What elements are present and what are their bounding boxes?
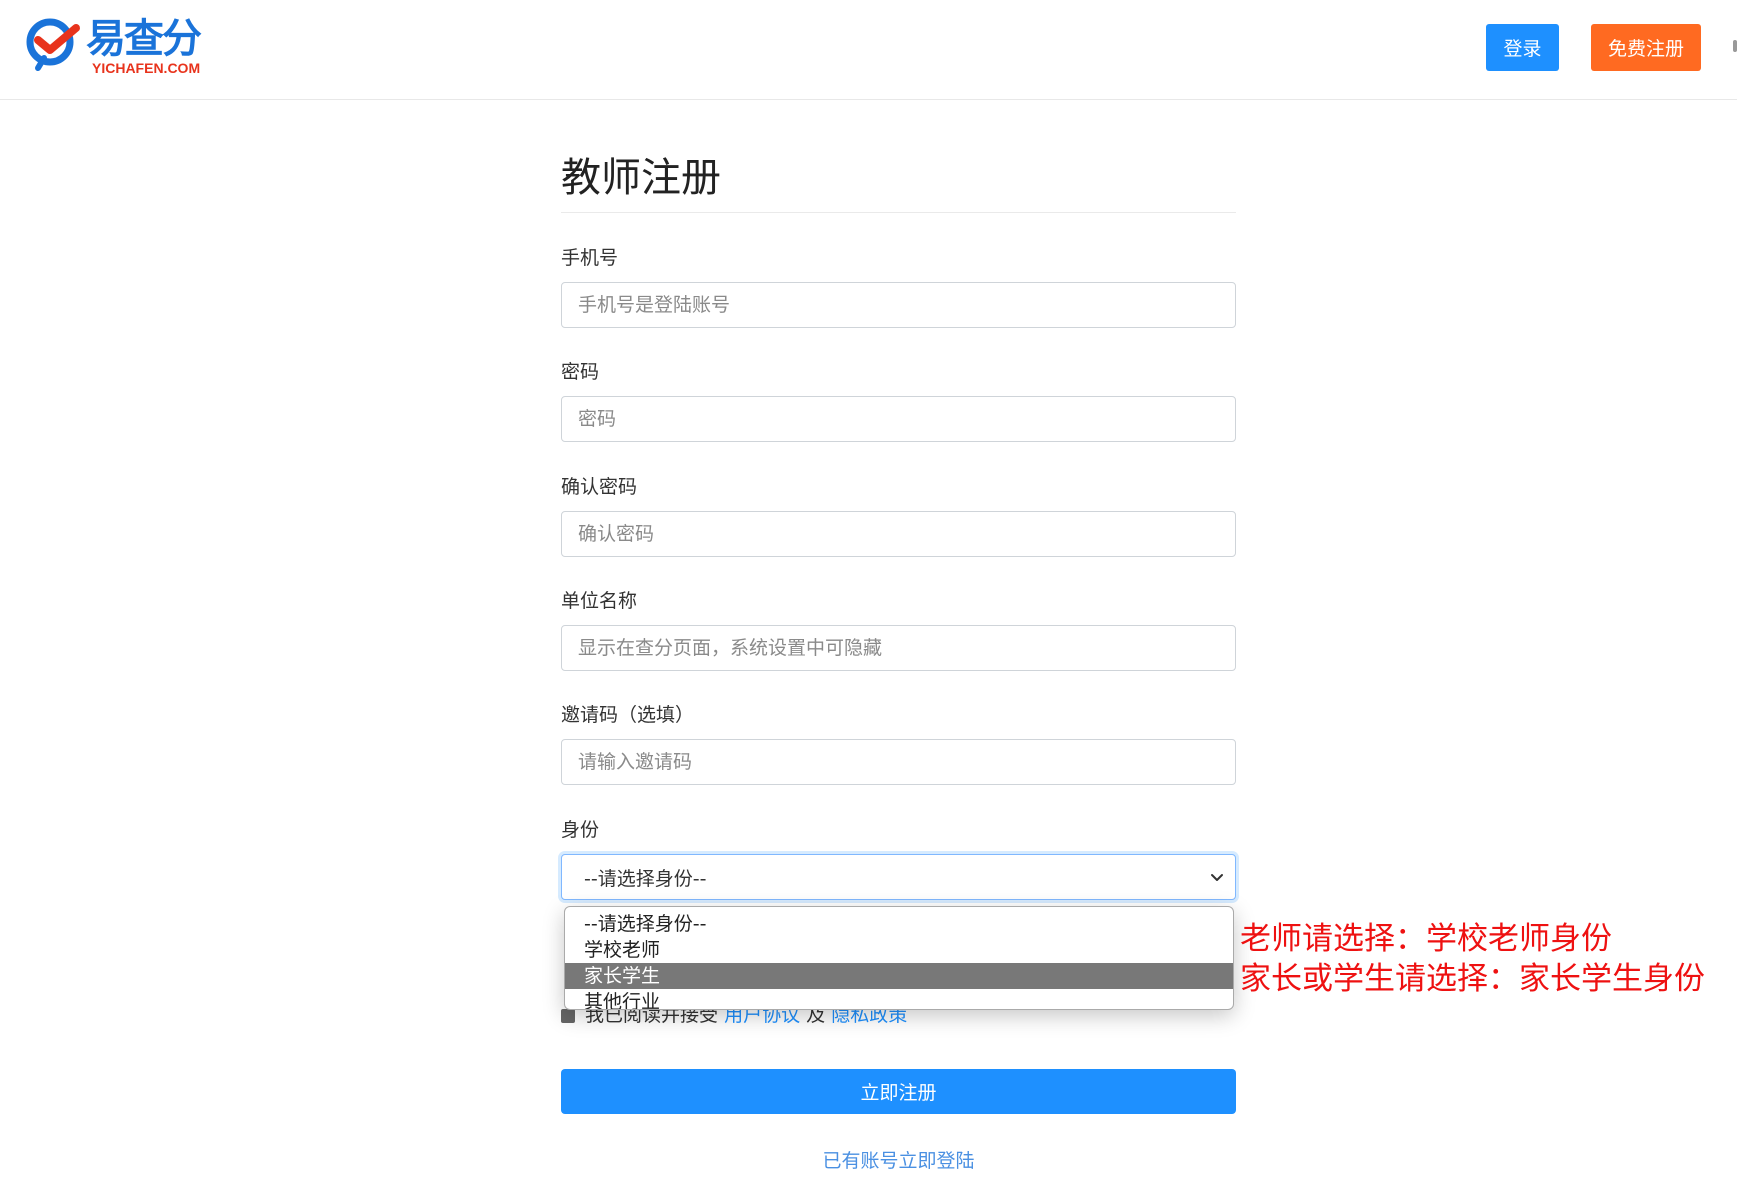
- identity-dropdown-list: --请选择身份-- 学校老师 家长学生 其他行业: [564, 906, 1234, 1010]
- agreement-checkbox[interactable]: [561, 1008, 575, 1023]
- phone-input[interactable]: [561, 282, 1236, 328]
- identity-selected-value: --请选择身份--: [584, 867, 707, 890]
- logo-text: 易查分: [86, 16, 202, 62]
- invite-code-label: 邀请码（选填）: [561, 704, 695, 726]
- phone-label: 手机号: [561, 247, 619, 269]
- register-submit-button[interactable]: 立即注册: [561, 1069, 1236, 1114]
- chevron-down-icon: [1211, 874, 1223, 881]
- confirm-password-input[interactable]: [561, 511, 1236, 557]
- identity-label: 身份: [561, 819, 600, 841]
- site-header: 易查分 YICHAFEN.COM 登录 免费注册: [0, 0, 1737, 100]
- identity-select[interactable]: --请选择身份--: [561, 854, 1236, 900]
- password-input[interactable]: [561, 396, 1236, 442]
- identity-option-teacher[interactable]: 学校老师: [565, 937, 1233, 963]
- login-button[interactable]: 登录: [1486, 24, 1559, 71]
- annotation-teacher: 老师请选择：学校老师身份: [1240, 921, 1612, 957]
- identity-option-placeholder[interactable]: --请选择身份--: [565, 911, 1233, 937]
- password-label: 密码: [561, 361, 600, 383]
- confirm-password-label: 确认密码: [561, 476, 638, 498]
- annotation-parent-student: 家长或学生请选择：家长学生身份: [1240, 961, 1705, 997]
- site-logo[interactable]: 易查分 YICHAFEN.COM: [24, 14, 214, 80]
- organization-label: 单位名称: [561, 590, 638, 612]
- organization-input[interactable]: [561, 625, 1236, 671]
- identity-option-other[interactable]: 其他行业: [565, 989, 1233, 1009]
- logo-check-icon: [26, 18, 80, 71]
- logo-subtext: YICHAFEN.COM: [92, 60, 201, 76]
- page-title: 教师注册: [561, 155, 721, 201]
- scrollbar-edge: [1733, 40, 1737, 52]
- title-divider: [561, 212, 1236, 213]
- free-register-button[interactable]: 免费注册: [1591, 24, 1701, 71]
- identity-option-parent-student[interactable]: 家长学生: [565, 963, 1233, 989]
- existing-account-login-link[interactable]: 已有账号立即登陆: [561, 1146, 1236, 1173]
- invite-code-input[interactable]: [561, 739, 1236, 785]
